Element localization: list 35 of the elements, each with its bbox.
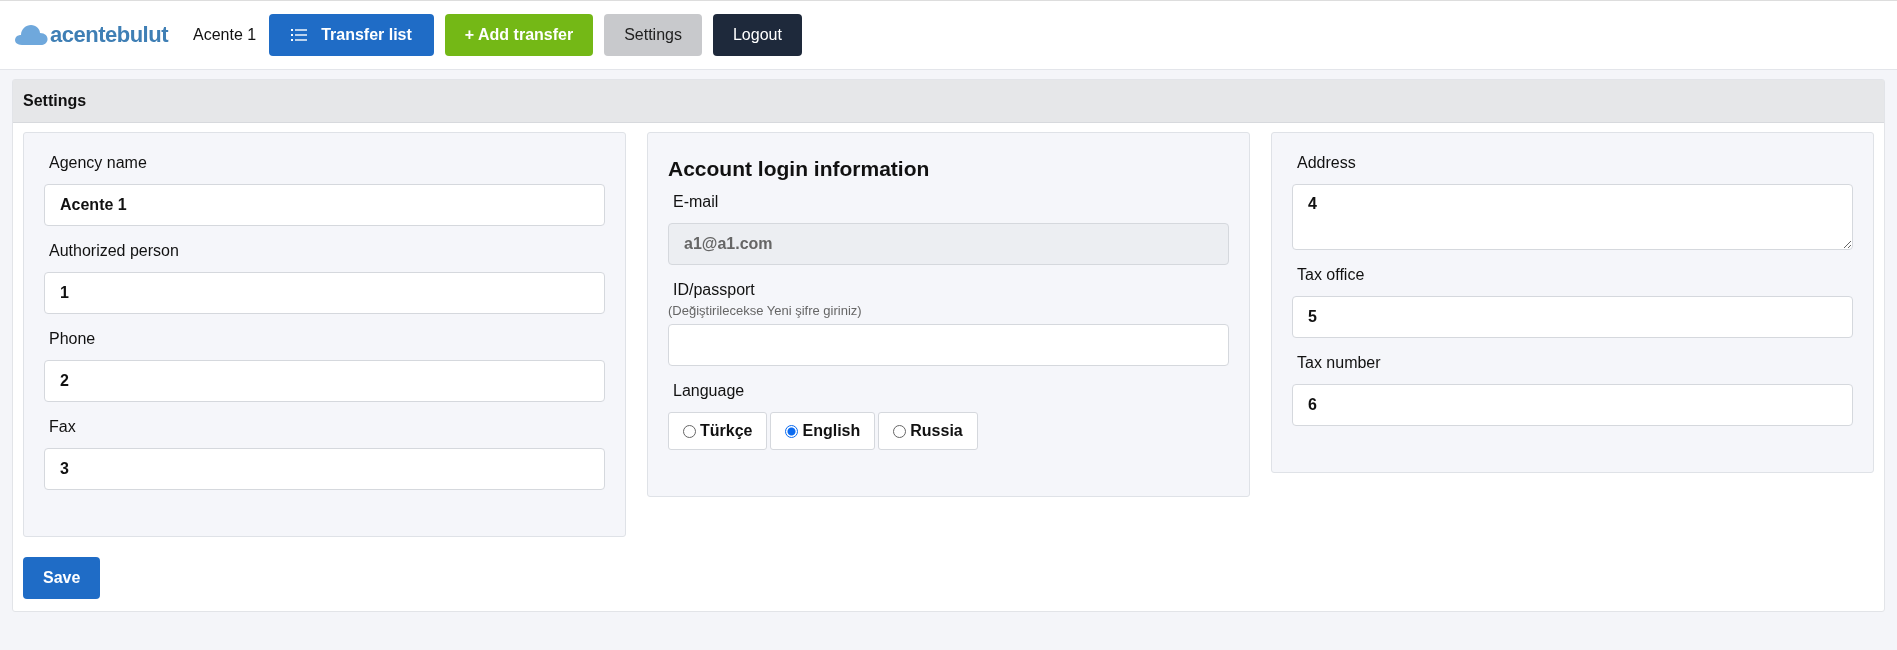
agency-name: Acente 1 [192,26,257,44]
language-option[interactable]: Türkçe [668,412,768,450]
input-field[interactable] [668,324,1229,366]
field-label: Phone [49,330,97,348]
input-field[interactable]: 5 [1292,296,1853,338]
field-label: ID/passport [673,281,756,299]
radio-button[interactable] [893,424,907,438]
logo-text: acentebulut [50,22,168,48]
radio-button[interactable] [683,424,696,438]
field-label: Agency name [49,154,148,172]
language-option[interactable]: Russia [878,412,978,450]
input-field[interactable]: 6 [1292,384,1853,426]
panel-title: Settings [13,80,1884,123]
input-field[interactable]: Acente 1 [44,184,605,226]
field-label: Fax [49,418,77,436]
nav-button[interactable]: Logout [712,14,802,56]
field-label: Tax number [1297,354,1382,372]
cloud-icon [14,24,48,46]
list-icon [291,28,308,42]
section-heading: Account login information [668,157,931,181]
field-label: Language [673,382,746,400]
radio-button[interactable] [785,424,799,438]
input-field[interactable]: 1 [44,272,605,314]
input-field[interactable]: 3 [44,448,605,490]
nav-button[interactable]: Settings [604,14,702,56]
hint-text: (Değiştirilecekse Yeni şifre giriniz) [668,303,863,318]
language-option[interactable]: English [770,412,876,450]
field-label: Address [1297,154,1357,172]
text-area[interactable]: 4 [1292,184,1853,250]
input-field[interactable]: 2 [44,360,605,402]
field-label: E-mail [673,193,720,211]
nav-button[interactable]: Transfer list [269,14,434,56]
field-label: Authorized person [49,242,180,260]
save-button[interactable]: Save [23,557,101,599]
field-label: Tax office [1297,266,1366,284]
